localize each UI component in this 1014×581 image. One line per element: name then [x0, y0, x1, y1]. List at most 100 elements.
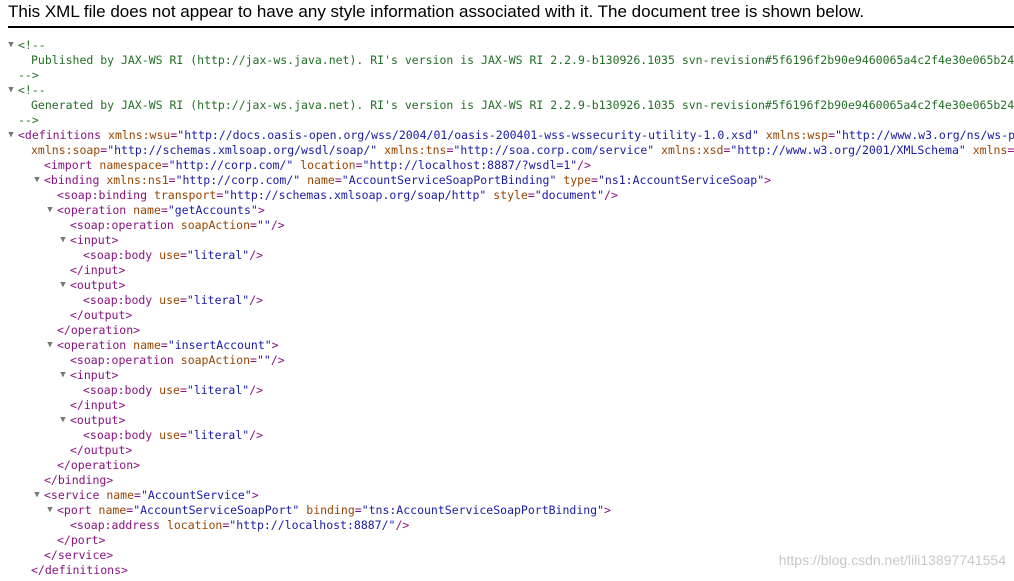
xml-line: ▼ <definitions xmlns:wsu="http://docs.oas…	[0, 128, 1014, 143]
xml-line-text: <!--	[18, 38, 46, 53]
xml-line: Generated by JAX-WS RI (http://jax-ws.ja…	[0, 98, 1014, 113]
xml-line: -->	[0, 113, 1014, 128]
xml-line-text: </input>	[70, 263, 125, 278]
xml-token: =	[334, 173, 342, 187]
collapse-toggle-icon[interactable]: ▼	[6, 38, 16, 53]
xml-token: ""	[256, 218, 271, 232]
xml-token: xmlns	[965, 143, 1008, 157]
xml-line-text: <soap:operation soapAction=""/>	[70, 353, 285, 368]
xml-token: <soap:body	[83, 293, 153, 307]
xml-token: =	[1007, 143, 1014, 157]
xml-line: <soap:body use="literal"/>	[0, 428, 1014, 443]
xml-token: Generated by JAX-WS RI (http://jax-ws.ja…	[31, 98, 1014, 112]
xml-token: "document"	[534, 188, 605, 202]
xml-token: "literal"	[186, 248, 250, 262]
xml-line-text: <import namespace="http://corp.com/" loc…	[44, 158, 591, 173]
xml-token: =	[160, 203, 168, 217]
xml-token: =	[160, 338, 168, 352]
xml-line-text: <output>	[70, 413, 125, 428]
watermark: https://blog.csdn.net/lili13897741554	[778, 552, 1006, 568]
xml-token: "literal"	[186, 293, 250, 307]
xml-token: <input>	[70, 368, 119, 382]
xml-token: xmlns:soap	[31, 143, 101, 157]
xml-token: =	[179, 248, 187, 262]
xml-token: name	[300, 173, 335, 187]
xml-token: "http://schemas.xmlsoap.org/soap/http"	[223, 188, 487, 202]
xml-line: ▼ <input>	[0, 368, 1014, 383]
xml-line: ▼ <!--	[0, 38, 1014, 53]
xml-token: soapAction	[173, 218, 251, 232]
xml-token: "AccountServiceSoapPortBinding"	[341, 173, 557, 187]
xml-line-text: xmlns:soap = "http://schemas.xmlsoap.org/w…	[31, 143, 1014, 158]
xml-line: <soap:address location="http://localhost…	[0, 518, 1014, 533]
collapse-toggle-icon[interactable]: ▼	[58, 413, 68, 428]
xml-token: "ns1:AccountServiceSoap"	[597, 173, 765, 187]
xml-token: </operation>	[57, 458, 141, 472]
xml-token: <soap:body	[83, 383, 153, 397]
xml-token: </input>	[70, 263, 126, 277]
xml-line-text: <output>	[70, 278, 125, 293]
xml-token: <!--	[18, 38, 46, 52]
collapse-toggle-icon[interactable]: ▼	[6, 128, 16, 143]
xml-token: "literal"	[186, 428, 250, 442]
xml-token: =	[134, 488, 141, 502]
xml-token: =	[355, 158, 363, 172]
xml-token: =	[354, 503, 362, 517]
xml-line-text: <port name = "AccountServiceSoapPort" bind…	[57, 503, 611, 518]
xml-token: "http://corp.com/"	[168, 158, 294, 172]
xml-token: xmlns:ns1	[99, 173, 169, 187]
xml-token: name	[99, 488, 135, 502]
xml-line-text: <!--	[18, 83, 46, 98]
xml-token: "AccountService"	[140, 488, 252, 502]
xml-token: xmlns:tns	[377, 143, 447, 157]
collapse-toggle-icon[interactable]: ▼	[58, 368, 68, 383]
xml-line: <soap:operation soapAction=""/>	[0, 353, 1014, 368]
xml-token: =	[179, 383, 187, 397]
collapse-toggle-icon[interactable]: ▼	[45, 503, 55, 518]
xml-token: name	[126, 338, 161, 352]
xml-token: </output>	[70, 308, 133, 322]
xml-line-text: <input>	[70, 233, 118, 248]
xml-token: =	[591, 173, 598, 187]
xml-line: xmlns:soap = "http://schemas.xmlsoap.org/w…	[0, 143, 1014, 158]
collapse-toggle-icon[interactable]: ▼	[58, 233, 68, 248]
xml-token: <output>	[70, 278, 126, 292]
collapse-toggle-icon[interactable]: ▼	[45, 338, 55, 353]
xml-token: />	[395, 518, 410, 532]
xml-token: </operation>	[57, 323, 141, 337]
xml-line: <import namespace="http://corp.com/" loc…	[0, 158, 1014, 173]
xml-line-text: Generated by JAX-WS RI (http://jax-ws.ja…	[31, 98, 1014, 113]
xml-token: xmlns:xsd	[654, 143, 724, 157]
xml-token: </definitions>	[31, 563, 128, 577]
xml-line-text: </output>	[70, 308, 132, 323]
xml-line: ▼ <output>	[0, 413, 1014, 428]
xml-token: >	[257, 203, 265, 217]
collapse-toggle-icon[interactable]: ▼	[32, 173, 42, 188]
xml-token: transport	[147, 188, 217, 202]
xml-token: name	[91, 503, 127, 517]
xml-token: "http://docs.oasis-open.org/wss/2004/01/…	[177, 128, 759, 142]
collapse-toggle-icon[interactable]: ▼	[6, 83, 16, 98]
xml-token: "insertAccount"	[167, 338, 272, 352]
xml-token: <soap:binding	[57, 188, 148, 202]
xml-line: <soap:body use="literal"/>	[0, 293, 1014, 308]
collapse-toggle-icon[interactable]: ▼	[58, 278, 68, 293]
xml-token: <operation	[57, 203, 127, 217]
xml-token: location	[160, 518, 223, 532]
xml-token: <import	[44, 158, 93, 172]
xml-token: =	[161, 158, 169, 172]
xml-token: use	[152, 383, 180, 397]
xml-token: />	[270, 353, 285, 367]
xml-token: >	[271, 338, 279, 352]
xml-line: </output>	[0, 443, 1014, 458]
collapse-toggle-icon[interactable]: ▼	[45, 203, 55, 218]
xml-token: "http://corp.com/"	[175, 173, 301, 187]
xml-token: "http://schemas.xmlsoap.org/wsdl/soap/"	[107, 143, 378, 157]
xml-token: </input>	[70, 398, 126, 412]
xml-token: -->	[18, 113, 39, 127]
collapse-toggle-icon[interactable]: ▼	[32, 488, 42, 503]
xml-line: <soap:body use="literal"/>	[0, 383, 1014, 398]
xml-token: =	[179, 428, 187, 442]
xml-token: <output>	[70, 413, 126, 427]
xml-line-text: <soap:address location="http://localhost…	[70, 518, 409, 533]
